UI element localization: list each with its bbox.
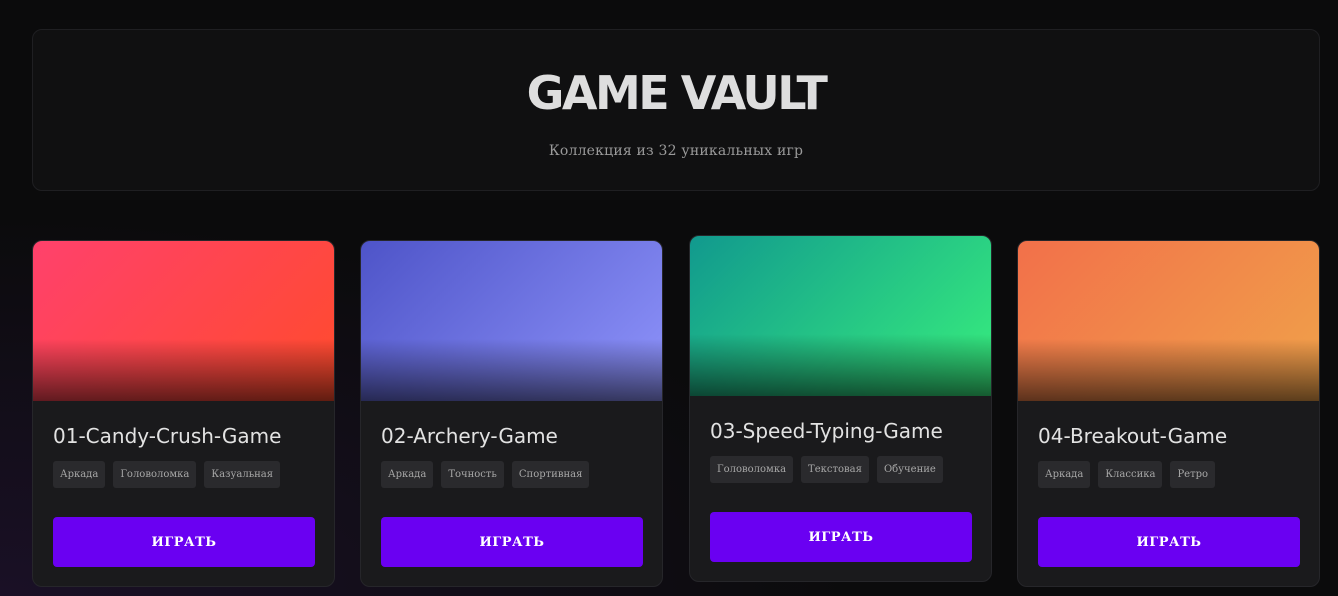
play-button[interactable]: ИГРАТЬ — [1038, 517, 1300, 567]
game-card-candy-crush[interactable]: 01-Candy-Crush-Game Аркада Головоломка К… — [32, 240, 335, 587]
game-title: 04-Breakout-Game — [1038, 424, 1228, 448]
game-card-speed-typing[interactable]: 03-Speed-Typing-Game Головоломка Текстов… — [689, 235, 992, 582]
game-thumbnail[interactable] — [361, 241, 662, 401]
tag: Ретро — [1170, 461, 1216, 488]
tag-list: Аркада Головоломка Казуальная — [53, 461, 281, 488]
game-thumbnail[interactable] — [33, 241, 334, 401]
tag: Казуальная — [204, 461, 281, 488]
tag-list: Аркада Точность Спортивная — [381, 461, 590, 488]
game-title: 03-Speed-Typing-Game — [710, 419, 943, 443]
tag: Классика — [1098, 461, 1163, 488]
page-title: GAME VAULT — [526, 66, 828, 120]
tag: Аркада — [381, 461, 434, 488]
tag: Спортивная — [511, 461, 590, 488]
tag: Текстовая — [801, 456, 869, 483]
tag: Головоломка — [710, 456, 794, 483]
game-thumbnail[interactable] — [690, 236, 991, 396]
tag: Головоломка — [113, 461, 197, 488]
page-subtitle: Коллекция из 32 уникальных игр — [548, 143, 804, 159]
tag: Аркада — [1038, 461, 1091, 488]
tag-list: Головоломка Текстовая Обучение — [710, 456, 943, 483]
game-title: 01-Candy-Crush-Game — [53, 424, 282, 448]
game-card-archery[interactable]: 02-Archery-Game Аркада Точность Спортивн… — [360, 240, 663, 587]
game-title: 02-Archery-Game — [381, 424, 558, 448]
tag: Обучение — [876, 456, 943, 483]
header-panel: GAME VAULT Коллекция из 32 уникальных иг… — [32, 29, 1320, 191]
tag: Аркада — [53, 461, 106, 488]
play-button[interactable]: ИГРАТЬ — [53, 517, 315, 567]
play-button[interactable]: ИГРАТЬ — [710, 512, 972, 562]
tag-list: Аркада Классика Ретро — [1038, 461, 1216, 488]
play-button[interactable]: ИГРАТЬ — [381, 517, 643, 567]
game-card-breakout[interactable]: 04-Breakout-Game Аркада Классика Ретро И… — [1017, 240, 1320, 587]
tag: Точность — [441, 461, 504, 488]
game-thumbnail[interactable] — [1018, 241, 1319, 401]
